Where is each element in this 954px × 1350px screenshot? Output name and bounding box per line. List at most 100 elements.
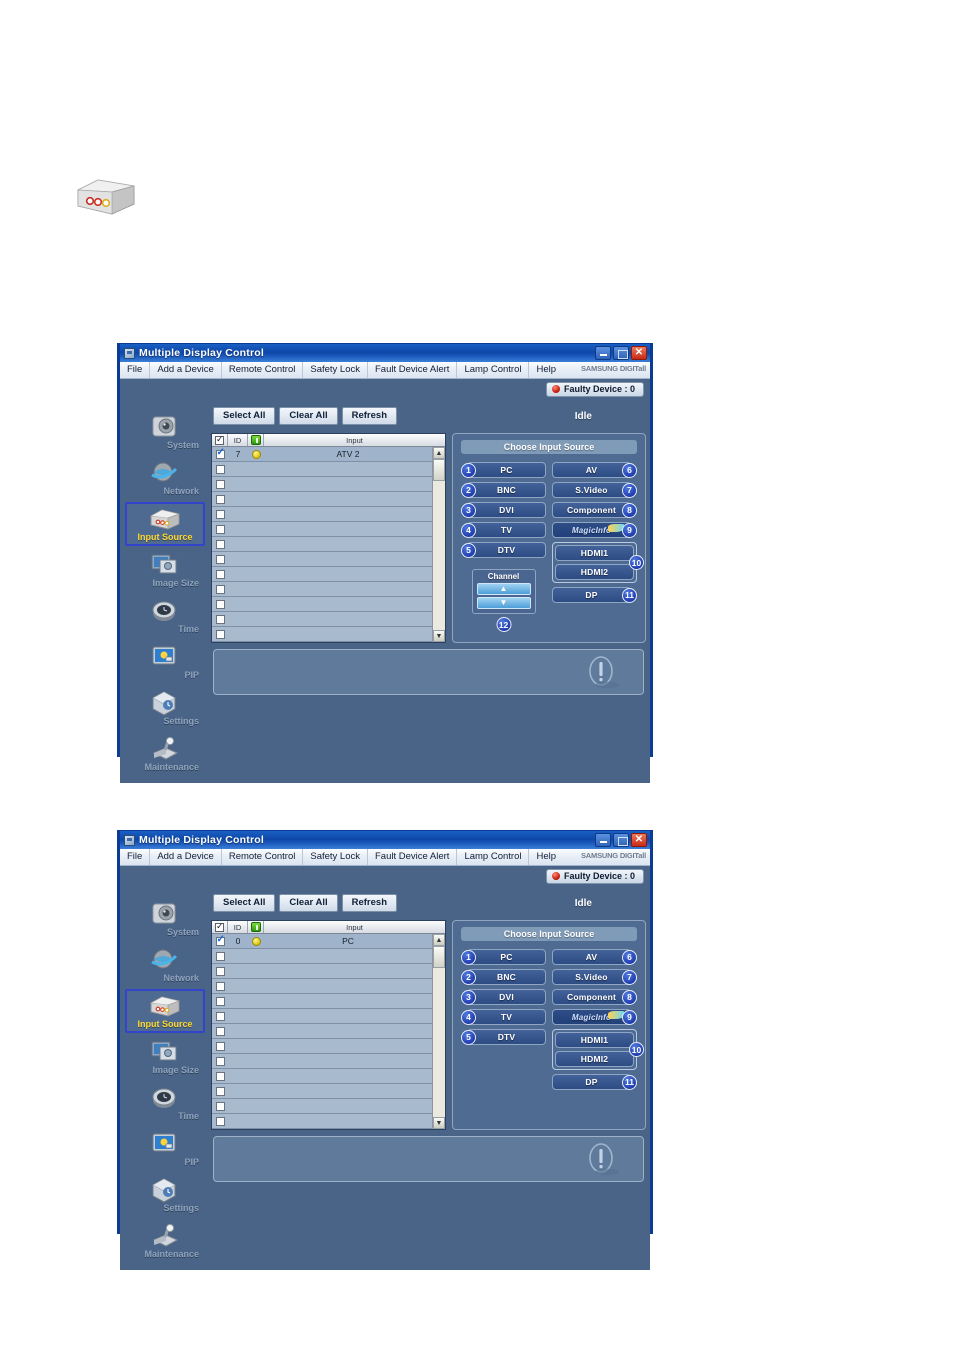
input-button-magicinfo[interactable]: MagicInfo [552, 522, 631, 538]
maximize-button[interactable] [613, 346, 629, 360]
table-row[interactable] [212, 979, 432, 994]
table-row[interactable] [212, 1084, 432, 1099]
input-button-hdmi2[interactable]: HDMI2 [555, 1051, 634, 1067]
table-scrollbar[interactable]: ▲ ▼ [432, 447, 445, 642]
row-checkbox-icon[interactable] [215, 1041, 225, 1051]
table-row[interactable] [212, 462, 432, 477]
sidebar-item-maintenance[interactable]: Maintenance [125, 732, 205, 776]
menu-item-lamp-control[interactable]: Lamp Control [457, 362, 530, 378]
table-row[interactable] [212, 1099, 432, 1114]
channel-up-button[interactable]: ▲ [476, 583, 531, 595]
scrollbar-track[interactable] [433, 481, 445, 630]
table-row[interactable] [212, 1054, 432, 1069]
row-checkbox-icon[interactable] [215, 1071, 225, 1081]
row-checkbox-icon[interactable] [215, 494, 225, 504]
refresh-button[interactable]: Refresh [341, 894, 397, 912]
scroll-up-arrow-icon[interactable]: ▲ [433, 934, 445, 946]
table-row[interactable]: 7 ATV 2 [212, 447, 432, 462]
table-row[interactable] [212, 522, 432, 537]
row-checkbox-icon[interactable] [215, 539, 225, 549]
input-button-dtv[interactable]: DTV [467, 1029, 546, 1045]
row-checkbox-cell[interactable] [212, 447, 228, 461]
scroll-down-arrow-icon[interactable]: ▼ [433, 1117, 445, 1129]
menu-item-file[interactable]: File [120, 849, 151, 865]
menu-item-fault-device-alert[interactable]: Fault Device Alert [368, 849, 458, 865]
sidebar-item-network[interactable]: Network [125, 456, 205, 500]
row-checkbox-icon[interactable] [215, 981, 225, 991]
sidebar-item-network[interactable]: Network [125, 943, 205, 987]
channel-down-button[interactable]: ▼ [476, 597, 531, 609]
table-row[interactable] [212, 537, 432, 552]
row-checkbox-icon[interactable] [215, 524, 225, 534]
input-button-dtv[interactable]: DTV [467, 542, 546, 558]
row-checkbox-icon[interactable] [215, 569, 225, 579]
close-button[interactable]: ✕ [631, 833, 647, 847]
select-all-checkbox-icon[interactable] [215, 921, 224, 932]
row-checkbox-icon[interactable] [215, 1056, 225, 1066]
scrollbar-thumb[interactable] [433, 946, 445, 968]
row-checkbox-icon[interactable] [215, 584, 225, 594]
menu-item-safety-lock[interactable]: Safety Lock [303, 362, 368, 378]
sidebar-item-settings[interactable]: Settings [125, 686, 205, 730]
select-all-button[interactable]: Select All [213, 407, 276, 425]
table-row[interactable] [212, 477, 432, 492]
clear-all-button[interactable]: Clear All [279, 407, 338, 425]
row-checkbox-icon[interactable] [215, 1086, 225, 1096]
refresh-button[interactable]: Refresh [341, 407, 397, 425]
menu-item-add-a-device[interactable]: Add a Device [150, 849, 222, 865]
table-row[interactable] [212, 627, 432, 642]
row-checkbox-icon[interactable] [215, 629, 225, 639]
row-checkbox-icon[interactable] [215, 447, 225, 459]
input-button-av[interactable]: AV [552, 462, 631, 478]
input-button-component[interactable]: Component [552, 502, 631, 518]
row-checkbox-icon[interactable] [215, 464, 225, 474]
input-button-bnc[interactable]: BNC [467, 482, 546, 498]
row-checkbox-icon[interactable] [215, 1101, 225, 1111]
row-checkbox-icon[interactable] [215, 1116, 225, 1126]
input-button-s-video[interactable]: S.Video [552, 482, 631, 498]
select-all-checkbox-icon[interactable] [215, 434, 224, 445]
sidebar-item-system[interactable]: System [125, 410, 205, 454]
sidebar-item-image-size[interactable]: Image Size [125, 548, 205, 592]
table-row[interactable] [212, 552, 432, 567]
sidebar-item-system[interactable]: System [125, 897, 205, 941]
row-checkbox-icon[interactable] [215, 479, 225, 489]
menu-item-remote-control[interactable]: Remote Control [222, 362, 304, 378]
menu-item-file[interactable]: File [120, 362, 151, 378]
row-checkbox-icon[interactable] [215, 509, 225, 519]
row-checkbox-icon[interactable] [215, 1026, 225, 1036]
sidebar-item-input-source[interactable]: Input Source [125, 989, 205, 1033]
menu-item-remote-control[interactable]: Remote Control [222, 849, 304, 865]
header-checkbox-cell[interactable] [212, 434, 228, 446]
input-button-dvi[interactable]: DVI [467, 502, 546, 518]
row-checkbox-icon[interactable] [215, 554, 225, 564]
input-button-av[interactable]: AV [552, 949, 631, 965]
input-button-hdmi2[interactable]: HDMI2 [555, 564, 634, 580]
menu-item-lamp-control[interactable]: Lamp Control [457, 849, 530, 865]
table-row[interactable] [212, 597, 432, 612]
input-button-tv[interactable]: TV [467, 1009, 546, 1025]
table-row[interactable] [212, 994, 432, 1009]
scrollbar-track[interactable] [433, 968, 445, 1117]
table-row[interactable] [212, 1069, 432, 1084]
table-row[interactable] [212, 1039, 432, 1054]
row-checkbox-icon[interactable] [215, 934, 225, 946]
table-row[interactable] [212, 582, 432, 597]
table-row[interactable] [212, 567, 432, 582]
select-all-button[interactable]: Select All [213, 894, 276, 912]
menu-item-help[interactable]: Help [529, 362, 563, 378]
sidebar-item-time[interactable]: Time [125, 1081, 205, 1125]
close-button[interactable]: ✕ [631, 346, 647, 360]
menu-item-fault-device-alert[interactable]: Fault Device Alert [368, 362, 458, 378]
menu-item-safety-lock[interactable]: Safety Lock [303, 849, 368, 865]
table-scrollbar[interactable]: ▲ ▼ [432, 934, 445, 1129]
menu-item-help[interactable]: Help [529, 849, 563, 865]
sidebar-item-input-source[interactable]: Input Source [125, 502, 205, 546]
sidebar-item-pip[interactable]: PIP [125, 640, 205, 684]
minimize-button[interactable] [595, 346, 611, 360]
row-checkbox-icon[interactable] [215, 996, 225, 1006]
table-row[interactable] [212, 1114, 432, 1129]
sidebar-item-maintenance[interactable]: Maintenance [125, 1219, 205, 1263]
row-checkbox-icon[interactable] [215, 951, 225, 961]
scroll-down-arrow-icon[interactable]: ▼ [433, 630, 445, 642]
